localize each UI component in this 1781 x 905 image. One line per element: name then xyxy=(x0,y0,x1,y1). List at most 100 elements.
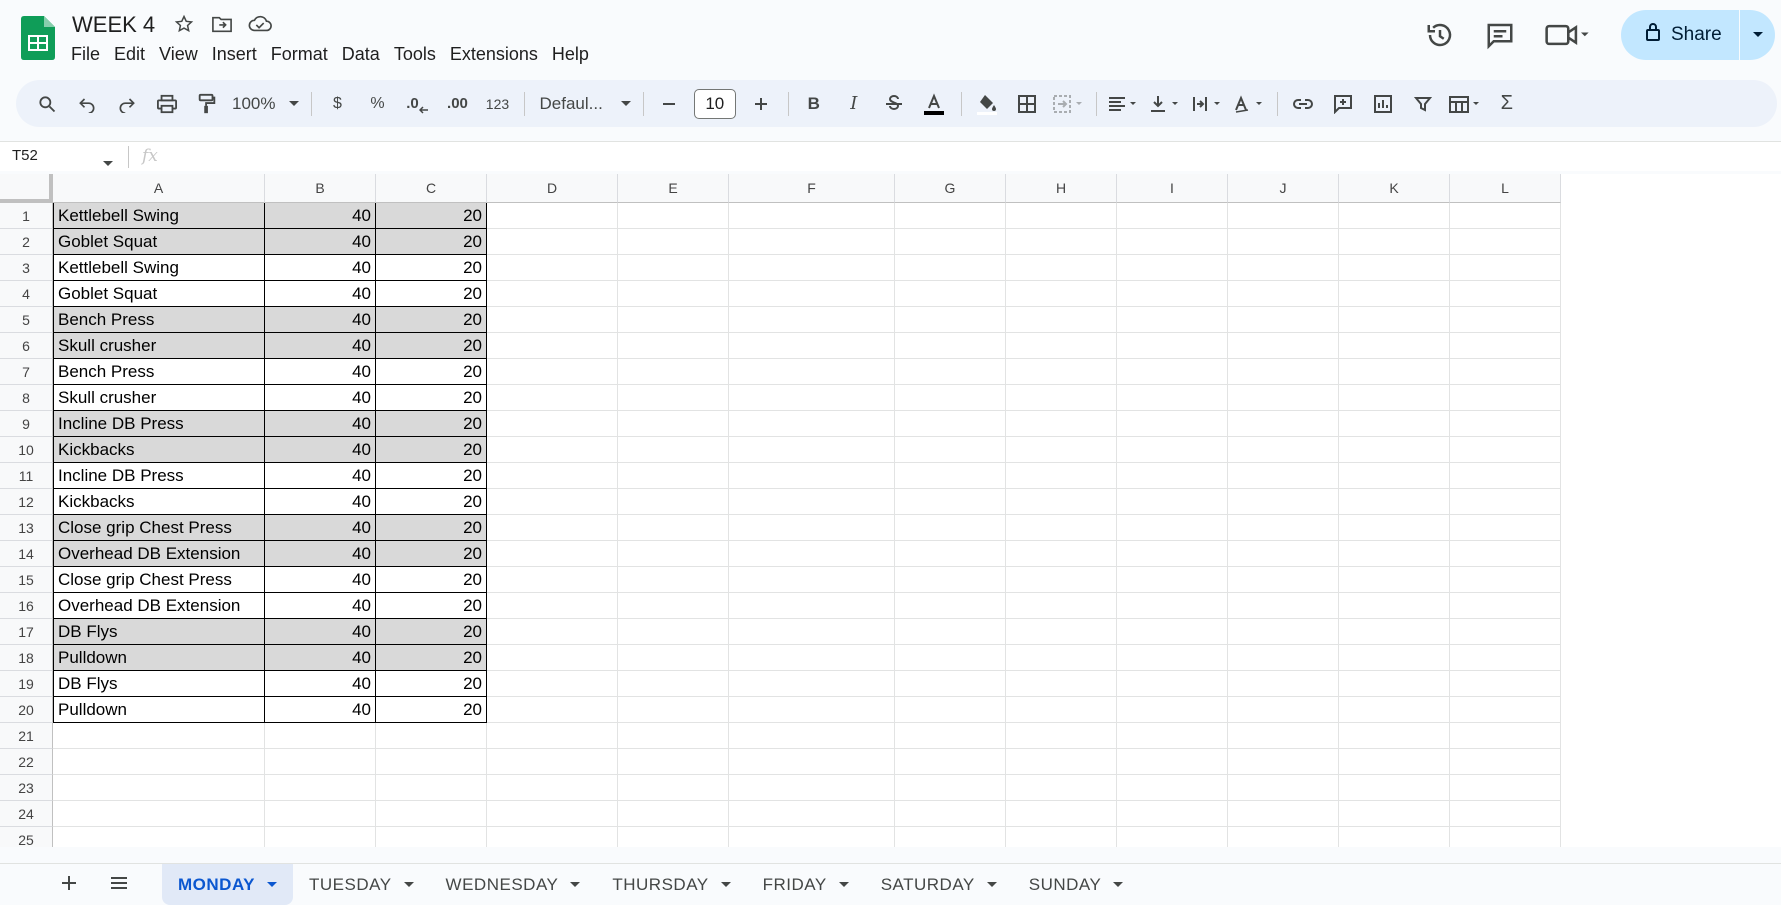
currency-format-button[interactable]: $ xyxy=(322,89,352,119)
cell-empty[interactable] xyxy=(487,515,618,541)
cell-empty[interactable] xyxy=(618,333,729,359)
cell-empty[interactable] xyxy=(618,411,729,437)
cell-empty[interactable] xyxy=(487,567,618,593)
row-header[interactable]: 8 xyxy=(0,385,53,411)
all-sheets-icon[interactable] xyxy=(108,872,130,899)
cell-empty[interactable] xyxy=(1450,255,1561,281)
sheet-tab-dropdown-icon[interactable] xyxy=(838,881,849,888)
cell-empty[interactable] xyxy=(1117,671,1228,697)
cell-empty[interactable] xyxy=(1450,333,1561,359)
column-header-e[interactable]: E xyxy=(618,174,729,203)
cell-exercise[interactable]: Skull crusher xyxy=(53,333,265,359)
cell-empty[interactable] xyxy=(1228,359,1339,385)
cell-empty[interactable] xyxy=(1450,489,1561,515)
cell-empty[interactable] xyxy=(729,827,895,847)
move-folder-icon[interactable] xyxy=(210,12,234,36)
cell-empty[interactable] xyxy=(1117,541,1228,567)
cell-exercise[interactable]: Pulldown xyxy=(53,645,265,671)
sheet-tab-monday[interactable]: MONDAY xyxy=(162,864,293,905)
cell-empty[interactable] xyxy=(618,281,729,307)
cell-empty[interactable] xyxy=(1450,359,1561,385)
row-header[interactable]: 22 xyxy=(0,749,53,775)
cell-empty[interactable] xyxy=(1450,411,1561,437)
cell-empty[interactable] xyxy=(1339,749,1450,775)
name-box-dropdown-icon[interactable] xyxy=(103,154,113,172)
cell-empty[interactable] xyxy=(1339,801,1450,827)
cell-empty[interactable] xyxy=(1006,307,1117,333)
cell-empty[interactable] xyxy=(1006,775,1117,801)
row-header[interactable]: 9 xyxy=(0,411,53,437)
cell-empty[interactable] xyxy=(1006,749,1117,775)
cell-empty[interactable] xyxy=(1006,437,1117,463)
row-header[interactable]: 7 xyxy=(0,359,53,385)
cell-empty[interactable] xyxy=(1339,723,1450,749)
cell-empty[interactable] xyxy=(1228,567,1339,593)
cell-value-b[interactable]: 40 xyxy=(265,437,376,463)
cell-empty[interactable] xyxy=(895,411,1006,437)
cell-empty[interactable] xyxy=(729,203,895,229)
cell-empty[interactable] xyxy=(487,437,618,463)
row-header[interactable]: 25 xyxy=(0,827,53,847)
filter-views-icon[interactable] xyxy=(1448,89,1482,119)
cell-empty[interactable] xyxy=(1450,827,1561,847)
cell-empty[interactable] xyxy=(1339,827,1450,847)
cell-empty[interactable] xyxy=(729,541,895,567)
cell-empty[interactable] xyxy=(729,411,895,437)
cell-value-c[interactable]: 20 xyxy=(376,697,487,723)
font-size-increase-icon[interactable] xyxy=(746,89,776,119)
cell-empty[interactable] xyxy=(618,749,729,775)
cell-empty[interactable] xyxy=(1339,567,1450,593)
row-header[interactable]: 12 xyxy=(0,489,53,515)
cell-empty[interactable] xyxy=(895,229,1006,255)
cell-empty[interactable] xyxy=(1228,749,1339,775)
cell-empty[interactable] xyxy=(487,619,618,645)
cell-empty[interactable] xyxy=(729,255,895,281)
cell-empty[interactable] xyxy=(487,333,618,359)
cell-exercise[interactable]: Skull crusher xyxy=(53,385,265,411)
cell-empty[interactable] xyxy=(487,723,618,749)
cell-empty[interactable] xyxy=(729,307,895,333)
cell-empty[interactable] xyxy=(487,255,618,281)
cell-empty[interactable] xyxy=(487,385,618,411)
column-header-f[interactable]: F xyxy=(729,174,895,203)
cell-empty[interactable] xyxy=(618,671,729,697)
sheet-tab-dropdown-icon[interactable] xyxy=(986,881,997,888)
insert-chart-icon[interactable] xyxy=(1368,89,1398,119)
cell-empty[interactable] xyxy=(1339,645,1450,671)
cell-empty[interactable] xyxy=(729,515,895,541)
cell-empty[interactable] xyxy=(487,645,618,671)
percent-format-button[interactable]: % xyxy=(362,89,392,119)
cell-value-c[interactable]: 20 xyxy=(376,333,487,359)
cell-value-c[interactable]: 20 xyxy=(376,541,487,567)
cell-empty[interactable] xyxy=(1117,515,1228,541)
cell-empty[interactable] xyxy=(1006,567,1117,593)
cell-empty[interactable] xyxy=(1450,307,1561,333)
row-header[interactable]: 15 xyxy=(0,567,53,593)
cell-empty[interactable] xyxy=(1006,619,1117,645)
column-header-g[interactable]: G xyxy=(895,174,1006,203)
borders-icon[interactable] xyxy=(1012,89,1042,119)
cell-empty[interactable] xyxy=(1450,229,1561,255)
cell-empty[interactable] xyxy=(895,775,1006,801)
text-wrapping-icon[interactable] xyxy=(1191,89,1223,119)
cell-empty[interactable] xyxy=(1117,333,1228,359)
cell-empty[interactable] xyxy=(1117,307,1228,333)
cell-empty[interactable] xyxy=(895,593,1006,619)
cell-empty[interactable] xyxy=(1228,515,1339,541)
cell-empty[interactable] xyxy=(895,749,1006,775)
cell-empty[interactable] xyxy=(1228,411,1339,437)
column-header-j[interactable]: J xyxy=(1228,174,1339,203)
cell-value-b[interactable]: 40 xyxy=(265,489,376,515)
cell-empty[interactable] xyxy=(1228,723,1339,749)
cell-value-c[interactable] xyxy=(376,827,487,847)
cell-empty[interactable] xyxy=(618,593,729,619)
cell-empty[interactable] xyxy=(1117,489,1228,515)
cell-value-c[interactable] xyxy=(376,775,487,801)
cell-exercise[interactable]: Kickbacks xyxy=(53,489,265,515)
cell-empty[interactable] xyxy=(487,359,618,385)
cell-value-c[interactable]: 20 xyxy=(376,437,487,463)
cell-empty[interactable] xyxy=(1450,749,1561,775)
cell-empty[interactable] xyxy=(1339,307,1450,333)
cell-value-b[interactable]: 40 xyxy=(265,619,376,645)
cell-value-b[interactable]: 40 xyxy=(265,385,376,411)
